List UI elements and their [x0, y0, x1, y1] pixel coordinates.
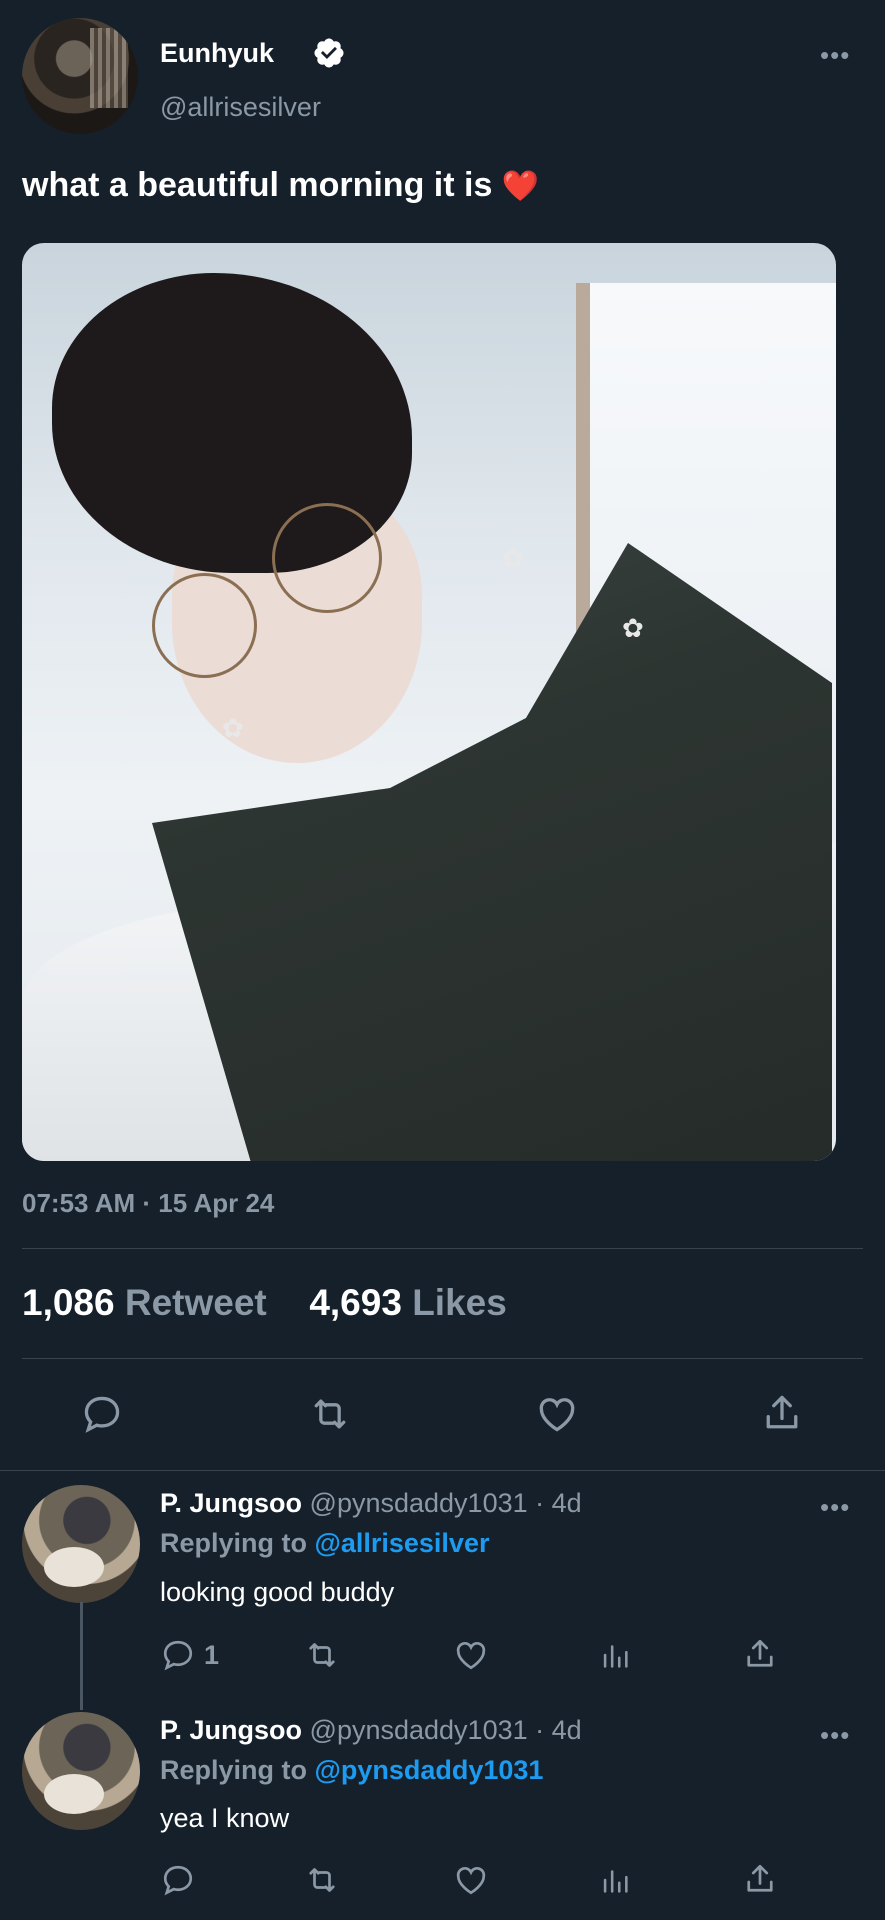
author-avatar[interactable] — [22, 18, 138, 134]
photo-flower-motif: ✿ — [222, 713, 244, 743]
analytics-icon[interactable] — [598, 1862, 632, 1898]
likes-label[interactable]: Likes — [412, 1282, 507, 1323]
retweet-icon[interactable] — [302, 1862, 342, 1898]
replying-to-line: Replying to @allrisesilver — [160, 1528, 489, 1559]
retweet-icon[interactable] — [302, 1637, 342, 1673]
thread-connector-line — [80, 1602, 83, 1710]
heart-emoji: ❤️ — [501, 170, 540, 203]
reply-text: yea I know — [160, 1803, 290, 1833]
retweet-label[interactable]: Retweet — [125, 1282, 267, 1323]
reply-handle-time[interactable]: @pynsdaddy1031 · 4d — [310, 1488, 582, 1518]
reply-icon[interactable] — [160, 1862, 196, 1898]
photo-flower-motif: ✿ — [502, 543, 524, 573]
reply-avatar[interactable] — [22, 1712, 140, 1830]
heart-icon[interactable] — [534, 1392, 580, 1436]
author-display-name[interactable]: Eunhyuk — [160, 38, 274, 69]
replying-to-line: Replying to @pynsdaddy1031 — [160, 1755, 543, 1786]
retweet-icon[interactable] — [306, 1392, 354, 1436]
replying-to-handle[interactable]: @pynsdaddy1031 — [315, 1755, 544, 1785]
divider — [22, 1248, 863, 1249]
reply-avatar[interactable] — [22, 1485, 140, 1603]
verified-badge-icon — [312, 36, 346, 70]
photo-flower-motif: ✿ — [622, 613, 644, 643]
share-icon[interactable] — [760, 1390, 804, 1436]
retweet-count[interactable]: 1,086 — [22, 1282, 115, 1323]
replying-to-handle[interactable]: @allrisesilver — [315, 1528, 490, 1558]
reply-display-name[interactable]: P. Jungsoo — [160, 1715, 302, 1745]
reply-more-options-button[interactable]: ••• — [820, 1492, 850, 1523]
reply-text: looking good buddy — [160, 1577, 395, 1607]
divider — [22, 1358, 863, 1359]
reply-display-name[interactable]: P. Jungsoo — [160, 1488, 302, 1518]
reply-header: P. Jungsoo @pynsdaddy1031 · 4d — [160, 1715, 582, 1746]
reply-icon[interactable] — [80, 1392, 124, 1436]
tweet-text-body: what a beautiful morning it is — [22, 166, 493, 204]
author-handle[interactable]: @allrisesilver — [160, 92, 321, 123]
analytics-icon[interactable] — [598, 1637, 632, 1673]
photo-glasses-right — [272, 503, 382, 613]
reply-handle-time[interactable]: @pynsdaddy1031 · 4d — [310, 1715, 582, 1745]
more-options-button[interactable]: ••• — [820, 40, 850, 71]
tweet-timestamp[interactable]: 07:53 AM · 15 Apr 24 — [22, 1188, 274, 1219]
tweet-text: what a beautiful morning it is ❤️ — [22, 166, 539, 205]
share-icon[interactable] — [742, 1860, 778, 1898]
share-icon[interactable] — [742, 1635, 778, 1673]
photo-glasses-left — [152, 573, 257, 678]
reply-more-options-button[interactable]: ••• — [820, 1720, 850, 1751]
replying-to-prefix: Replying to — [160, 1755, 307, 1785]
reply-count: 1 — [204, 1639, 220, 1670]
replying-to-prefix: Replying to — [160, 1528, 307, 1558]
reply-header: P. Jungsoo @pynsdaddy1031 · 4d — [160, 1488, 582, 1519]
reply-icon[interactable] — [160, 1637, 196, 1673]
divider — [0, 1470, 885, 1471]
heart-icon[interactable] — [452, 1637, 490, 1673]
reply-action-reply[interactable]: 1 — [160, 1637, 219, 1673]
likes-count[interactable]: 4,693 — [309, 1282, 402, 1323]
tweet-photo[interactable]: ✿ ✿ ✿ — [22, 243, 836, 1161]
tweet-stats: 1,086 Retweet 4,693 Likes — [22, 1282, 507, 1324]
heart-icon[interactable] — [452, 1862, 490, 1898]
